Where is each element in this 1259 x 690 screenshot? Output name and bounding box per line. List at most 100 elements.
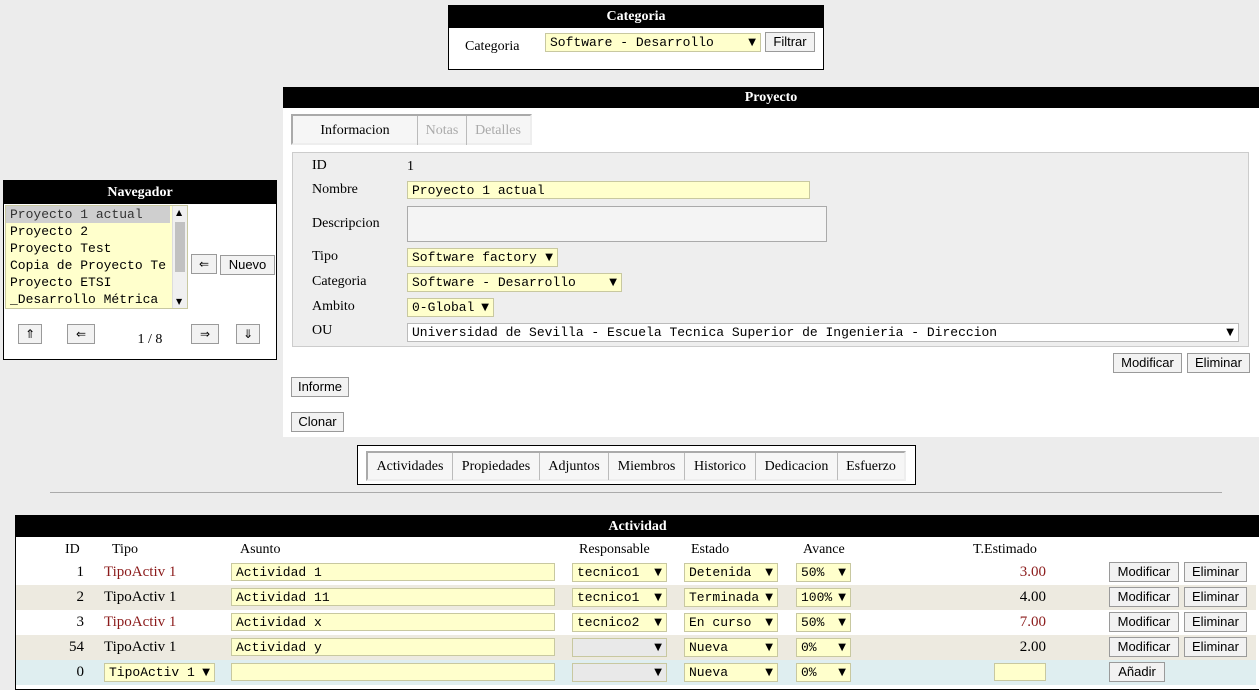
row-asunto-input[interactable]: Actividad x [231,613,555,631]
row-id: 3 [76,614,85,630]
scroll-up-icon[interactable]: ▲ [176,208,182,217]
dropdown-arrow-icon: ▼ [1226,327,1234,338]
tipo-select[interactable]: Software factory ▼ [407,248,558,267]
row-eliminar-button[interactable]: Eliminar [1184,612,1247,632]
new-row-asunto-input[interactable] [231,663,555,681]
dropdown-arrow-icon: ▼ [545,252,553,263]
scrollbar-thumb[interactable] [175,222,185,272]
row-responsable-select-value: tecnico1 [577,565,640,580]
new-row-estado-select[interactable]: Nueva ▼ [684,663,778,682]
tab-miembros[interactable]: Miembros [609,453,685,480]
row-avance-select[interactable]: 0% ▼ [796,638,851,657]
tab-esfuerzo[interactable]: Esfuerzo [838,453,904,480]
row-eliminar-button[interactable]: Eliminar [1184,562,1247,582]
filtrar-button[interactable]: Filtrar [765,32,815,52]
tab-actividades[interactable]: Actividades [368,453,453,480]
row-modificar-button[interactable]: Modificar [1109,587,1179,607]
list-item[interactable]: Proyecto Test [6,240,170,257]
new-row-responsable-select[interactable]: ▼ [572,663,667,682]
navegador-panel: Navegador Proyecto 1 actual Proyecto 2 Pro… [3,180,277,360]
descripcion-label: Descripcion [312,216,380,231]
tab-adjuntos[interactable]: Adjuntos [540,453,609,480]
anadir-button[interactable]: Añadir [1109,662,1165,682]
new-row-estimado-input[interactable] [994,663,1046,681]
row-avance-select[interactable]: 50% ▼ [796,563,851,582]
row-avance-select[interactable]: 50% ▼ [796,613,851,632]
list-item[interactable]: Proyecto 2 [6,223,170,240]
categoria-filter-select[interactable]: Software - Desarrollo ▼ [545,33,761,52]
tab-dedicacion[interactable]: Dedicacion [756,453,838,480]
table-row: 2 TipoActiv 1 Actividad 11 tecnico1 ▼ Termina… [16,585,1256,610]
dropdown-arrow-icon: ▼ [765,642,773,653]
dropdown-arrow-icon: ▼ [838,592,846,603]
informe-button[interactable]: Informe [291,377,349,397]
row-estimado: 7.00 [1019,614,1046,630]
new-row-avance-select-value: 0% [801,665,817,680]
row-estado-select-value: Terminada [689,590,760,605]
row-modificar-button[interactable]: Modificar [1109,612,1179,632]
nav-prev-button[interactable]: ⇐ [67,324,95,344]
row-estado-select-value: Nueva [689,640,729,655]
row-estado-select[interactable]: En curso ▼ [684,613,778,632]
row-estimado: 4.00 [1019,589,1046,605]
clonar-button[interactable]: Clonar [291,412,344,432]
list-item[interactable]: _Desarrollo Métrica [6,291,170,308]
list-item[interactable]: Proyecto ETSI [6,274,170,291]
row-avance-select[interactable]: 100% ▼ [796,588,851,607]
row-eliminar-button[interactable]: Eliminar [1184,587,1247,607]
list-item[interactable]: Proyecto 1 actual [6,206,170,223]
proyecto-modificar-button[interactable]: Modificar [1113,353,1182,373]
separator-line [50,492,1222,493]
actividad-panel-title: Actividad [16,516,1259,537]
row-modificar-button[interactable]: Modificar [1109,562,1179,582]
row-responsable-select[interactable]: tecnico1 ▼ [572,588,667,607]
row-eliminar-button[interactable]: Eliminar [1184,637,1247,657]
id-label: ID [312,158,327,173]
row-asunto-input[interactable]: Actividad 1 [231,563,555,581]
descripcion-textarea[interactable] [407,206,827,242]
ambito-select[interactable]: 0-Global ▼ [407,298,494,317]
dropdown-arrow-icon: ▼ [654,567,662,578]
row-estado-select-value: En curso [689,615,752,630]
header-tipo: Tipo [112,542,138,557]
id-value: 1 [407,159,414,174]
page-indicator: 1 / 8 [137,332,163,347]
row-estado-select[interactable]: Nueva ▼ [684,638,778,657]
tab-detalles[interactable]: Detalles [467,116,529,145]
row-asunto-input[interactable]: Actividad 11 [231,588,555,606]
ou-select[interactable]: Universidad de Sevilla - Escuela Tecnica… [407,323,1239,342]
row-responsable-select[interactable]: ▼ [572,638,667,657]
header-responsable: Responsable [579,542,650,557]
row-estado-select[interactable]: Detenida ▼ [684,563,778,582]
tab-notas[interactable]: Notas [418,116,467,145]
dropdown-arrow-icon: ▼ [838,642,846,653]
project-listbox[interactable]: Proyecto 1 actual Proyecto 2 Proyecto Test… [5,205,188,309]
row-responsable-select[interactable]: tecnico1 ▼ [572,563,667,582]
new-row-tipo-select[interactable]: TipoActiv 1 ▼ [104,663,215,682]
row-estado-select[interactable]: Terminada ▼ [684,588,778,607]
row-asunto-input[interactable]: Actividad y [231,638,555,656]
row-responsable-select-value: tecnico2 [577,615,640,630]
tab-informacion[interactable]: Informacion [293,116,418,145]
ou-select-value: Universidad de Sevilla - Escuela Tecnica… [412,325,998,340]
row-responsable-select[interactable]: tecnico2 ▼ [572,613,667,632]
row-modificar-button[interactable]: Modificar [1109,637,1179,657]
proyecto-info-form: ID 1 Nombre Proyecto 1 actual Descripcio… [292,152,1249,347]
nuevo-button[interactable]: Nuevo [220,255,275,275]
scroll-down-icon[interactable]: ▼ [176,297,182,306]
tab-historico[interactable]: Historico [685,453,756,480]
proyecto-panel: Proyecto Informacion Notas Detalles ID 1… [283,87,1259,437]
tab-propiedades[interactable]: Propiedades [453,453,540,480]
nombre-input[interactable]: Proyecto 1 actual [407,181,810,199]
listbox-scrollbar[interactable]: ▲ ▼ [172,206,187,308]
nav-first-button[interactable]: ⇑ [18,324,42,344]
categoria-select[interactable]: Software - Desarrollo ▼ [407,273,622,292]
categoria-select-value: Software - Desarrollo [412,275,576,290]
ambito-label: Ambito [312,299,355,314]
nav-last-button[interactable]: ⇓ [236,324,260,344]
nav-back-button[interactable]: ⇐ [191,254,217,274]
nav-next-button[interactable]: ⇒ [191,324,219,344]
list-item[interactable]: Copia de Proyecto Te [6,257,170,274]
new-row-avance-select[interactable]: 0% ▼ [796,663,851,682]
proyecto-eliminar-button[interactable]: Eliminar [1187,353,1250,373]
